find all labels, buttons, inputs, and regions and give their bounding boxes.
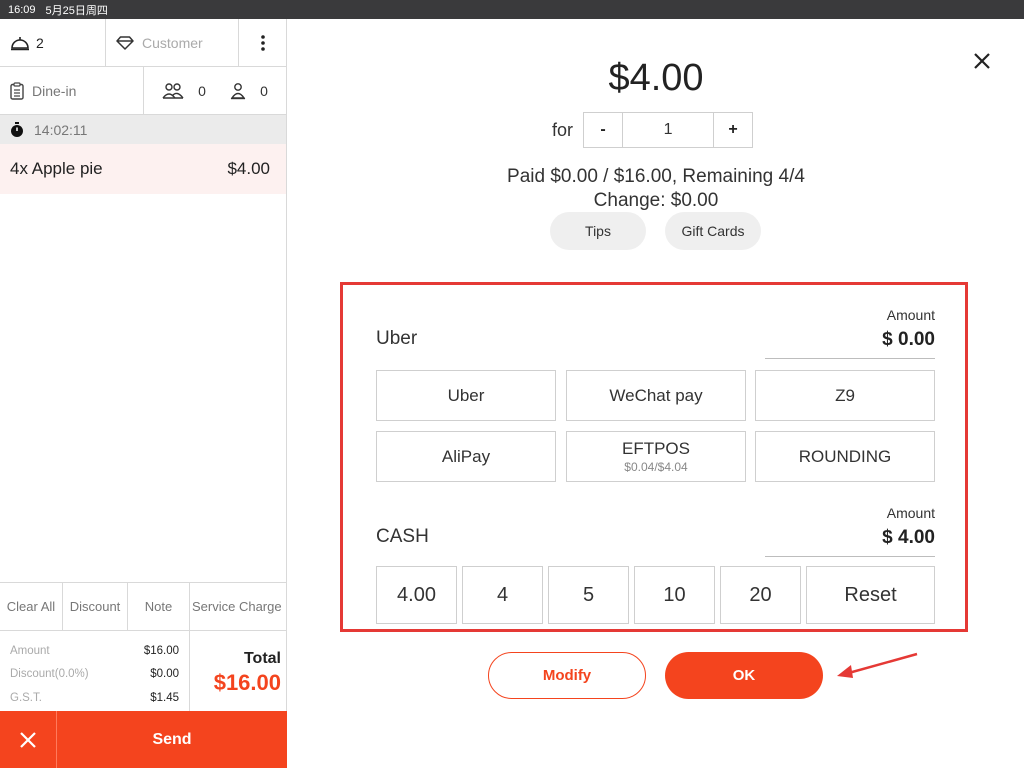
note-button[interactable]: Note [128,583,190,630]
split-row: for - 1 + [552,112,754,148]
adults-count: 0 [198,82,206,99]
summary-discount-label: Discount(0.0%) [10,668,89,681]
service-charge-button[interactable]: Service Charge [190,583,287,630]
diamond-icon [116,35,134,50]
order-type-button[interactable]: Dine-in [0,67,144,114]
discount-button[interactable]: Discount [63,583,128,630]
method-alipay-button[interactable]: AliPay [376,431,556,482]
cash-amount-caption: Amount [886,505,935,521]
method-rounding-label: ROUNDING [798,446,892,466]
order-type-label: Dine-in [32,82,77,99]
cash-amount-underline [765,556,935,557]
order-summary: Amount $16.00 Discount(0.0%) $0.00 G.S.T… [0,631,287,711]
method-amount-value[interactable]: $ 0.00 [765,329,935,351]
more-menu-button[interactable] [239,19,286,66]
payment-status: Paid $0.00 / $16.00, Remaining 4/4 Chang… [288,165,1024,213]
quick-cash-button[interactable]: 20 [720,566,801,624]
quick-cash-button[interactable]: 10 [634,566,715,624]
order-panel: 2 Customer Dine-in 0 0 14:02:11 4x Apple… [0,19,287,768]
for-label: for [552,119,574,140]
order-timer: 14:02:11 [0,115,286,144]
staff-count: 0 [260,82,268,99]
decrement-button[interactable]: - [584,113,622,147]
stopwatch-icon [11,121,23,137]
user-icon [230,82,246,99]
order-info-row: Dine-in 0 0 [0,67,286,115]
change-text: Change: $0.00 [593,190,719,211]
method-wechat-pay-label: WeChat pay [609,385,703,405]
status-bar: 16:09 5月25日周四 32% [0,0,1024,400]
method-amount-underline [765,358,935,359]
adults-count-group[interactable]: 0 [162,82,206,100]
payment-panel: $4.00 for - 1 + Paid $0.00 / $16.00, Rem… [288,19,1024,768]
order-item[interactable]: 4x Apple pie $4.00 [0,144,286,194]
method-eftpos-button[interactable]: EFTPOS $0.04/$4.04 [566,431,746,482]
cancel-order-button[interactable] [0,711,57,768]
split-quantity-value[interactable]: 1 [622,113,715,147]
clipboard-icon [10,81,24,100]
total-value: $16.00 [213,670,281,695]
guests-button[interactable]: 2 [0,19,106,66]
reset-cash-button[interactable]: Reset [806,566,935,624]
gift-cards-button[interactable]: Gift Cards [665,212,761,250]
service-bell-icon [11,36,29,50]
customer-button[interactable]: Customer [106,19,239,66]
quick-cash-button[interactable]: 4 [462,566,543,624]
order-header: 2 Customer [0,19,286,67]
staff-count-group[interactable]: 0 [230,82,268,100]
increment-button[interactable]: + [714,113,752,147]
selected-method-label: Uber [376,328,418,349]
method-eftpos-label: EFTPOS [621,439,690,458]
summary-amount-row: Amount $16.00 [10,639,179,663]
quick-cash-button[interactable]: 5 [548,566,629,624]
send-button[interactable]: Send [57,711,287,768]
clear-all-button[interactable]: Clear All [0,583,63,630]
method-uber-label: Uber [447,385,485,405]
method-alipay-label: AliPay [441,446,491,466]
bottom-bar: Send [0,711,287,768]
customer-placeholder: Customer [142,34,203,51]
status-date: 5月25日周四 [45,4,108,17]
guests-count: 2 [36,34,44,51]
summary-discount-value: $0.00 [150,668,179,681]
tips-button[interactable]: Tips [550,212,646,250]
method-amount-caption: Amount [886,307,935,323]
summary-gst-value: $1.45 [150,691,179,704]
cash-amount-value[interactable]: $ 4.00 [765,527,935,549]
order-item-price: $4.00 [227,159,270,178]
order-actions: Clear All Discount Note Service Charge [0,582,287,631]
status-time: 16:09 [8,3,36,16]
people-counts[interactable]: 0 0 [144,67,286,114]
total-label: Total [243,650,281,667]
order-item-name: 4x Apple pie [10,159,103,178]
close-icon [20,731,36,748]
method-uber-button[interactable]: Uber [376,370,556,421]
summary-gst-label: G.S.T. [10,691,42,704]
summary-amount-value: $16.00 [143,644,179,657]
method-wechat-pay-button[interactable]: WeChat pay [566,370,746,421]
pointer-arrow-icon [837,652,918,678]
quick-cash-button[interactable]: 4.00 [376,566,457,624]
modify-button[interactable]: Modify [488,652,646,699]
timer-value: 14:02:11 [34,121,88,138]
summary-gst-row: G.S.T. $1.45 [10,686,179,710]
group-users-icon [162,82,184,99]
payment-amount: $4.00 [608,57,704,99]
split-quantity-stepper: - 1 + [583,112,754,148]
summary-discount-row: Discount(0.0%) $0.00 [10,663,179,687]
method-z9-button[interactable]: Z9 [755,370,935,421]
method-rounding-button[interactable]: ROUNDING [755,431,935,482]
more-vertical-icon [260,34,265,51]
method-eftpos-surcharge: $0.04/$4.04 [624,460,688,474]
cash-label: CASH [376,526,429,547]
method-z9-label: Z9 [835,385,855,405]
ok-button[interactable]: OK [665,652,823,699]
summary-amount-label: Amount [10,644,50,657]
paid-remaining-text: Paid $0.00 / $16.00, Remaining 4/4 [507,166,805,187]
